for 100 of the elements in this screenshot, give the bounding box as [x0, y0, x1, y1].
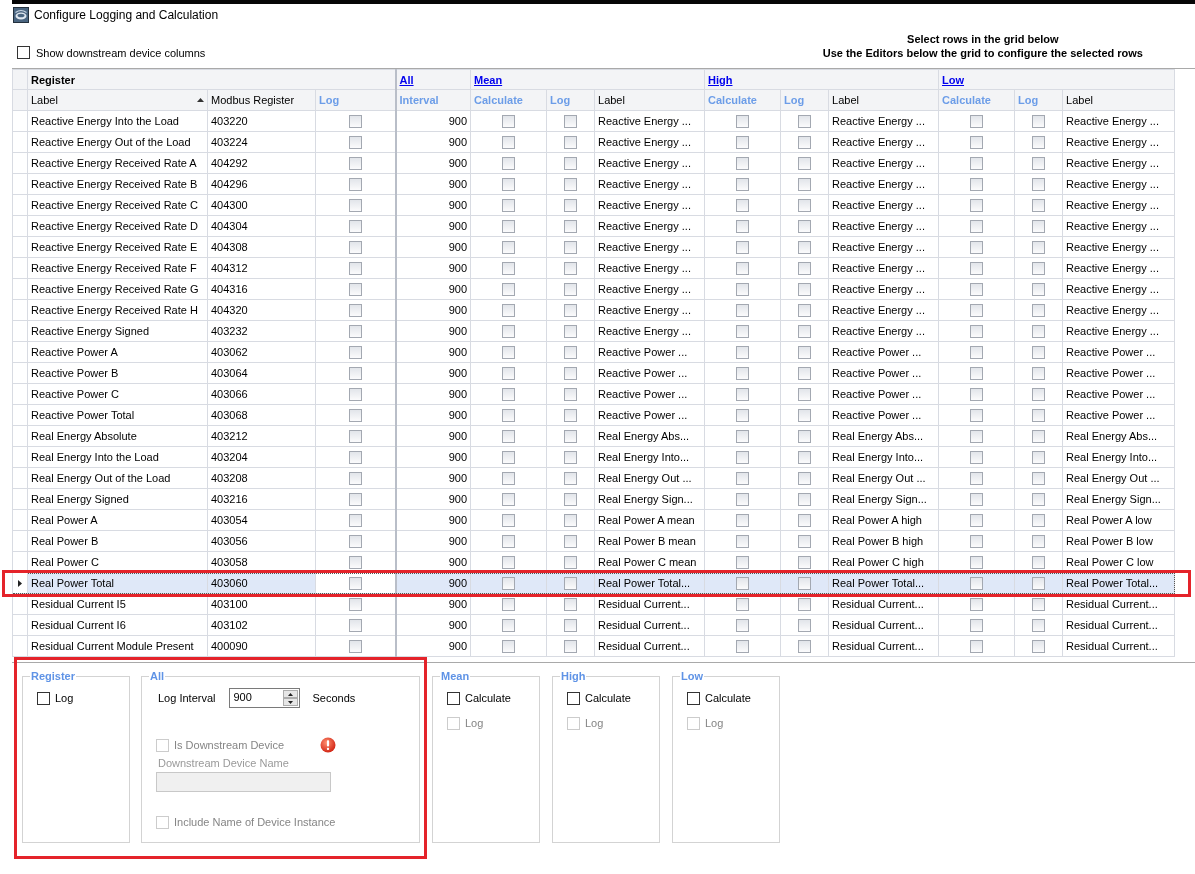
checkbox[interactable] — [564, 220, 577, 234]
checkbox[interactable] — [736, 346, 750, 360]
checkbox[interactable] — [348, 514, 362, 528]
checkbox[interactable] — [798, 535, 812, 549]
checkbox[interactable] — [798, 304, 812, 318]
checkbox[interactable] — [1032, 241, 1046, 255]
checkbox[interactable] — [798, 598, 812, 612]
checkbox[interactable] — [798, 640, 812, 654]
checkbox[interactable] — [798, 514, 812, 528]
checkbox[interactable] — [1032, 514, 1046, 528]
checkbox[interactable] — [970, 346, 984, 360]
checkbox[interactable] — [348, 178, 362, 192]
checkbox[interactable] — [798, 199, 812, 213]
checkbox[interactable] — [37, 691, 50, 705]
checkbox[interactable] — [1032, 220, 1046, 234]
checkbox[interactable] — [564, 388, 577, 402]
checkbox[interactable] — [564, 514, 577, 528]
checkbox[interactable] — [502, 535, 515, 549]
checkbox[interactable] — [502, 514, 515, 528]
checkbox[interactable] — [736, 598, 750, 612]
checkbox[interactable] — [564, 451, 577, 465]
checkbox[interactable] — [736, 472, 750, 486]
checkbox[interactable] — [348, 241, 362, 255]
checkbox[interactable] — [970, 577, 984, 591]
checkbox[interactable] — [348, 367, 362, 381]
checkbox[interactable] — [564, 136, 577, 150]
checkbox[interactable] — [736, 115, 750, 129]
checkbox[interactable] — [736, 493, 750, 507]
checkbox[interactable] — [1032, 598, 1046, 612]
checkbox[interactable] — [348, 577, 362, 591]
checkbox[interactable] — [564, 115, 577, 129]
checkbox[interactable] — [564, 640, 577, 654]
checkbox[interactable] — [1032, 262, 1046, 276]
band-link[interactable]: Low — [942, 73, 965, 86]
checkbox[interactable] — [1032, 451, 1046, 465]
checkbox[interactable] — [736, 325, 750, 339]
checkbox[interactable] — [502, 115, 515, 129]
checkbox[interactable] — [1032, 304, 1046, 318]
checkbox[interactable] — [736, 178, 750, 192]
checkbox[interactable] — [348, 325, 362, 339]
checkbox[interactable] — [970, 640, 984, 654]
checkbox[interactable] — [502, 346, 515, 360]
checkbox[interactable] — [564, 367, 577, 381]
checkbox[interactable] — [348, 304, 362, 318]
checkbox[interactable] — [736, 199, 750, 213]
checkbox[interactable] — [348, 472, 362, 486]
checkbox[interactable] — [798, 241, 812, 255]
checkbox[interactable] — [348, 430, 362, 444]
checkbox[interactable] — [564, 619, 577, 633]
checkbox[interactable] — [502, 430, 515, 444]
checkbox[interactable] — [736, 367, 750, 381]
checkbox[interactable] — [502, 640, 515, 654]
checkbox[interactable] — [798, 136, 812, 150]
checkbox[interactable] — [564, 493, 577, 507]
checkbox[interactable] — [502, 178, 515, 192]
checkbox[interactable] — [798, 388, 812, 402]
checkbox[interactable] — [348, 388, 362, 402]
checkbox[interactable] — [798, 115, 812, 129]
checkbox[interactable] — [564, 157, 577, 171]
checkbox[interactable] — [348, 136, 362, 150]
checkbox[interactable] — [502, 556, 515, 570]
checkbox[interactable] — [564, 283, 577, 297]
checkbox[interactable] — [348, 535, 362, 549]
checkbox[interactable] — [348, 220, 362, 234]
checkbox[interactable] — [736, 262, 750, 276]
checkbox[interactable] — [970, 283, 984, 297]
checkbox[interactable] — [970, 514, 984, 528]
checkbox[interactable] — [798, 430, 812, 444]
checkbox[interactable] — [1032, 367, 1046, 381]
checkbox[interactable] — [970, 325, 984, 339]
number-spinner[interactable]: 900 — [229, 688, 301, 708]
checkbox[interactable] — [564, 346, 577, 360]
checkbox[interactable] — [1032, 199, 1046, 213]
checkbox[interactable] — [564, 304, 577, 318]
checkbox[interactable] — [502, 157, 515, 171]
checkbox[interactable] — [970, 157, 984, 171]
checkbox[interactable] — [736, 241, 750, 255]
checkbox[interactable] — [502, 367, 515, 381]
checkbox[interactable] — [970, 535, 984, 549]
checkbox[interactable] — [798, 220, 812, 234]
checkbox[interactable] — [1032, 577, 1046, 591]
checkbox[interactable] — [687, 691, 700, 705]
checkbox[interactable] — [502, 493, 515, 507]
checkbox[interactable] — [564, 241, 577, 255]
checkbox[interactable] — [502, 409, 515, 423]
spin-up-button[interactable] — [283, 690, 299, 698]
checkbox[interactable] — [564, 325, 577, 339]
checkbox[interactable] — [970, 178, 984, 192]
checkbox[interactable] — [970, 115, 984, 129]
checkbox[interactable] — [348, 115, 362, 129]
checkbox[interactable] — [502, 388, 515, 402]
checkbox[interactable] — [1032, 388, 1046, 402]
checkbox[interactable] — [502, 220, 515, 234]
checkbox[interactable] — [736, 640, 750, 654]
checkbox[interactable] — [970, 136, 984, 150]
band-link[interactable]: High — [708, 73, 733, 86]
checkbox[interactable] — [564, 409, 577, 423]
checkbox[interactable] — [502, 283, 515, 297]
checkbox[interactable] — [970, 304, 984, 318]
checkbox[interactable] — [1032, 178, 1046, 192]
